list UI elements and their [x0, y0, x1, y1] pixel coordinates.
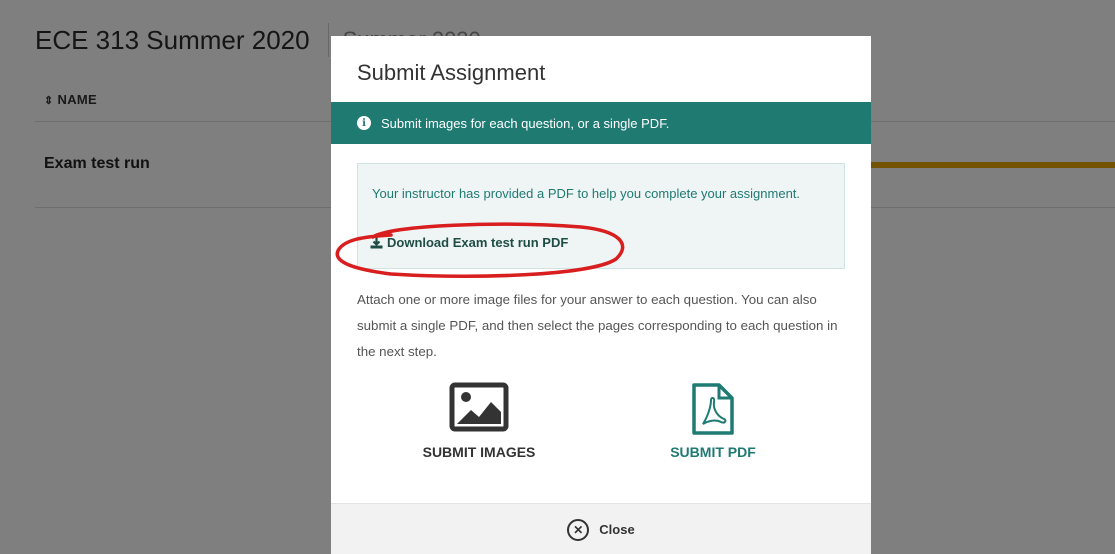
download-pdf-link[interactable]: Download Exam test run PDF [370, 235, 568, 250]
info-banner: i Submit images for each question, or a … [331, 102, 871, 144]
modal-title: Submit Assignment [357, 60, 546, 85]
submit-images-label: SUBMIT IMAGES [422, 444, 536, 460]
submission-instructions: Attach one or more image files for your … [357, 292, 838, 359]
download-icon [370, 236, 383, 248]
info-banner-text: Submit images for each question, or a si… [381, 115, 670, 131]
download-pdf-label: Download Exam test run PDF [387, 235, 569, 250]
image-icon [449, 382, 509, 432]
close-icon[interactable]: ✕ [567, 518, 590, 541]
instructor-pdf-box: Your instructor has provided a PDF to he… [357, 163, 845, 269]
info-icon: i [357, 116, 371, 130]
submit-pdf-button[interactable]: SUBMIT PDF [638, 382, 788, 460]
submit-assignment-modal: Submit Assignment i Submit images for ea… [331, 36, 871, 554]
submit-pdf-label: SUBMIT PDF [670, 444, 756, 460]
modal-footer: ✕ Close [331, 503, 871, 554]
instructor-pdf-text: Your instructor has provided a PDF to he… [372, 186, 801, 201]
submit-images-button[interactable]: SUBMIT IMAGES [404, 382, 554, 460]
pdf-file-icon [692, 383, 734, 435]
close-button[interactable]: Close [599, 522, 634, 537]
